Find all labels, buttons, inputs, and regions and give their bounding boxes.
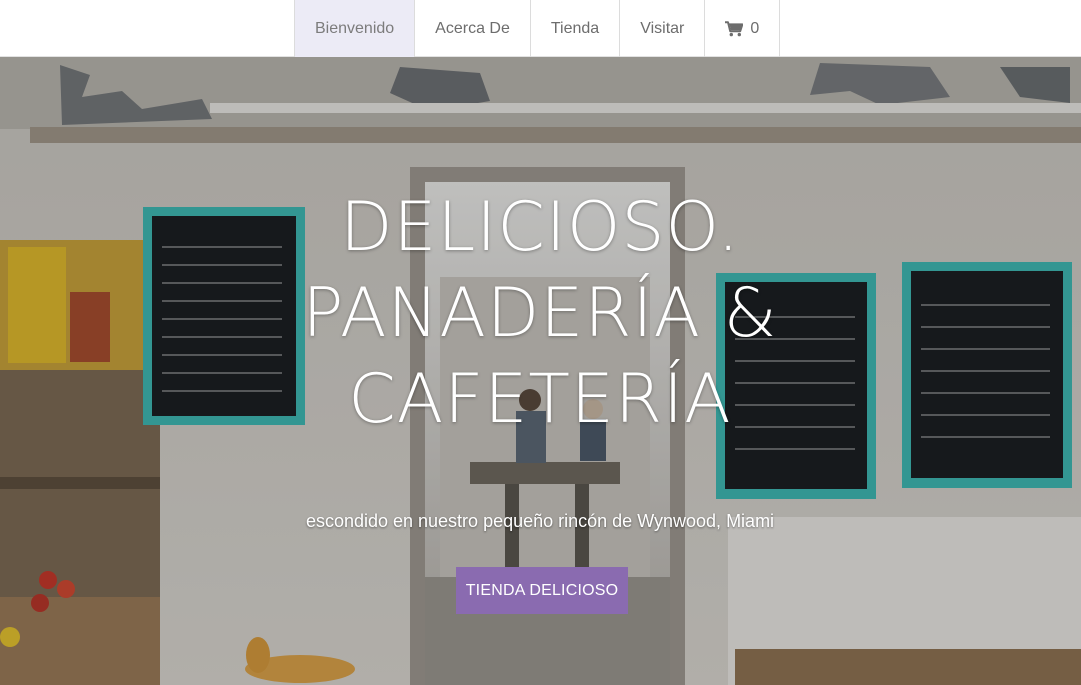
hero-title: DELICIOSO. PANADERÍA & CAFETERÍA [140, 185, 940, 443]
nav-cart-button[interactable]: 0 [705, 0, 781, 57]
shopping-cart-icon [725, 20, 744, 36]
hero-section: DELICIOSO. PANADERÍA & CAFETERÍA escondi… [0, 57, 1081, 685]
top-navigation: Bienvenido Acerca De Tienda Visitar 0 [0, 0, 1081, 57]
hero-title-line: CAFETERÍA [348, 360, 732, 439]
nav-item-bienvenido[interactable]: Bienvenido [294, 0, 416, 57]
nav-item-acerca-de[interactable]: Acerca De [415, 0, 531, 57]
nav-item-tienda[interactable]: Tienda [531, 0, 621, 57]
hero-subtitle: escondido en nuestro pequeño rincón de W… [305, 511, 775, 531]
nav-list: Bienvenido Acerca De Tienda Visitar 0 [294, 0, 781, 57]
shop-cta-button[interactable]: TIENDA DELICIOSO [456, 567, 628, 614]
hero-content: DELICIOSO. PANADERÍA & CAFETERÍA escondi… [0, 57, 1081, 685]
hero-title-line: DELICIOSO. [340, 188, 740, 267]
nav-item-visitar[interactable]: Visitar [620, 0, 706, 57]
hero-title-line: PANADERÍA & [302, 274, 778, 353]
cart-count: 0 [750, 19, 760, 37]
